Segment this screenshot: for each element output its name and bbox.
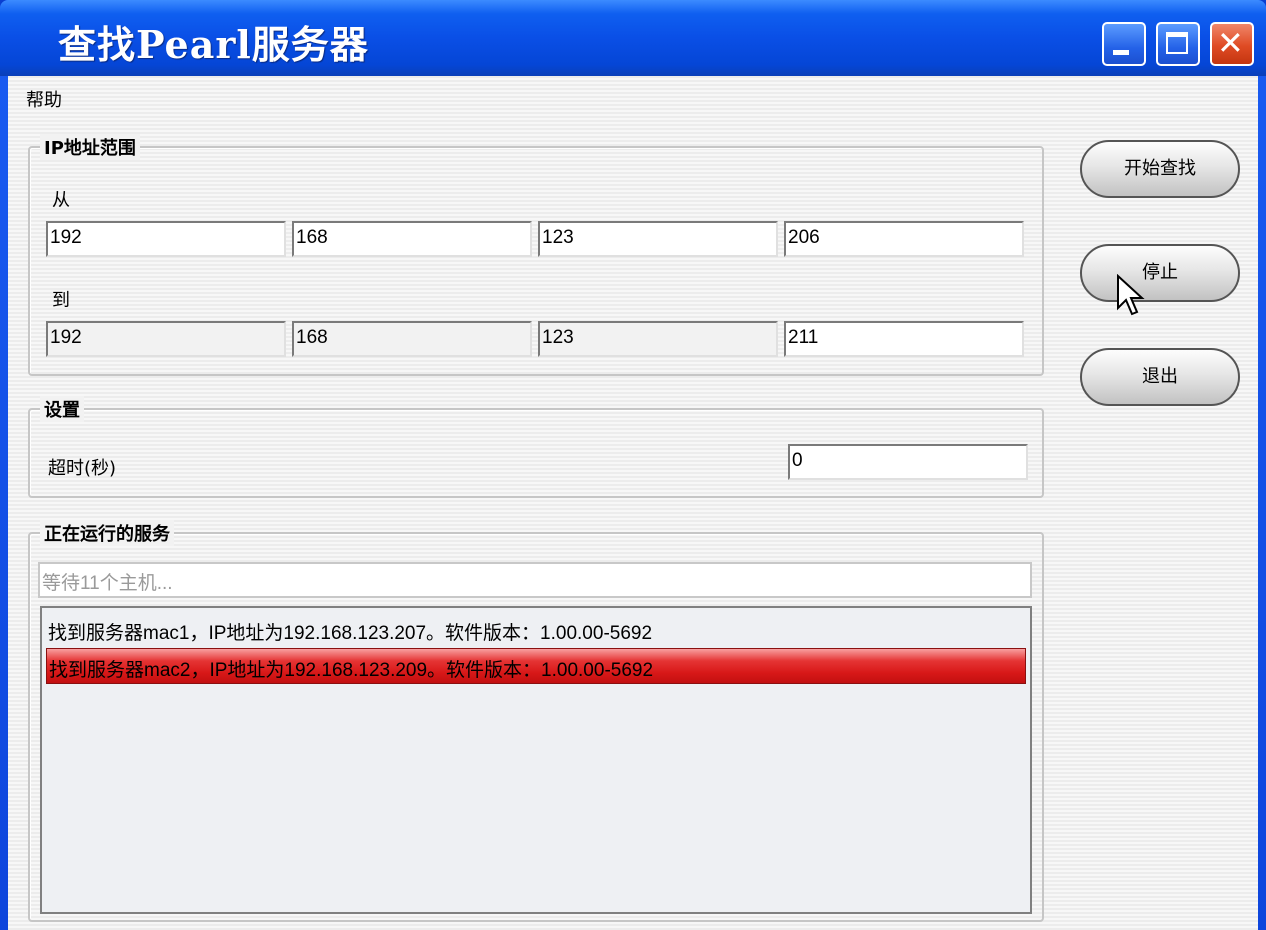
- from-octet-3[interactable]: 123: [538, 221, 778, 257]
- maximize-icon: [1166, 32, 1188, 54]
- to-octet-4[interactable]: 211: [784, 321, 1024, 357]
- list-item-selected[interactable]: 找到服务器mac2，IP地址为192.168.123.209。软件版本：1.00…: [46, 648, 1026, 684]
- minimize-button[interactable]: [1102, 22, 1146, 66]
- from-octet-1[interactable]: 192: [46, 221, 286, 257]
- to-octet-2: 168: [292, 321, 532, 357]
- mouse-pointer-icon: [1117, 274, 1145, 316]
- to-octet-3: 123: [538, 321, 778, 357]
- menu-help[interactable]: 帮助: [26, 86, 62, 112]
- services-title: 正在运行的服务: [40, 520, 174, 546]
- settings-title: 设置: [40, 396, 84, 422]
- list-item[interactable]: 找到服务器mac1，IP地址为192.168.123.207。软件版本：1.00…: [46, 612, 1026, 648]
- to-label: 到: [52, 290, 70, 311]
- from-label: 从: [52, 190, 70, 211]
- timeout-label: 超时(秒): [48, 458, 117, 479]
- window-title: 查找Pearl服务器: [58, 22, 369, 67]
- app-window: 查找Pearl服务器 ✕ 帮助 IP地址范围 从 192 168 123 206…: [0, 0, 1266, 930]
- client-area: 帮助 IP地址范围 从 192 168 123 206 到 192 168 12…: [8, 76, 1258, 930]
- status-field: 等待11个主机...: [38, 562, 1032, 598]
- minimize-icon: [1113, 50, 1129, 55]
- from-octet-2[interactable]: 168: [292, 221, 532, 257]
- exit-button[interactable]: 退出: [1080, 348, 1240, 406]
- close-button[interactable]: ✕: [1210, 22, 1254, 66]
- timeout-field[interactable]: 0: [788, 444, 1028, 480]
- from-octet-4[interactable]: 206: [784, 221, 1024, 257]
- to-octet-1: 192: [46, 321, 286, 357]
- close-icon: ✕: [1217, 24, 1244, 62]
- results-list[interactable]: 找到服务器mac1，IP地址为192.168.123.207。软件版本：1.00…: [40, 606, 1032, 914]
- ip-range-title: IP地址范围: [40, 134, 140, 160]
- title-bar[interactable]: 查找Pearl服务器 ✕: [0, 0, 1266, 76]
- stop-button[interactable]: 停止: [1080, 244, 1240, 302]
- start-search-button[interactable]: 开始查找: [1080, 140, 1240, 198]
- maximize-button[interactable]: [1156, 22, 1200, 66]
